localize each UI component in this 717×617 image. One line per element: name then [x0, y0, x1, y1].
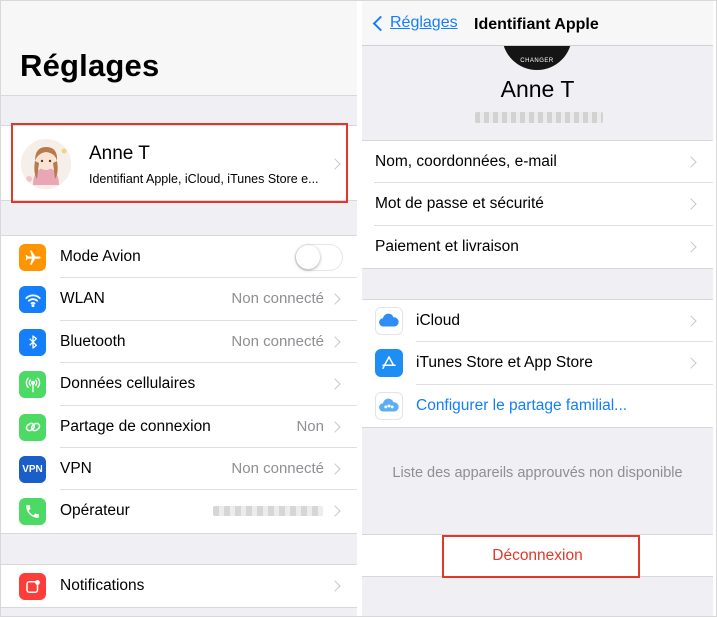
row-label: WLAN	[60, 290, 105, 308]
row-operateur[interactable]: Opérateur	[0, 490, 357, 532]
row-nom-coordonnees[interactable]: Nom, coordonnées, e-mail	[362, 141, 713, 184]
chevron-right-icon	[329, 580, 341, 592]
row-label: Notifications	[60, 577, 145, 594]
row-value: Non connecté	[231, 290, 324, 308]
row-label: Partage de connexion	[60, 417, 211, 435]
toggle-knob	[296, 245, 320, 269]
nav-title: Identifiant Apple	[474, 16, 599, 33]
row-value: Non	[296, 417, 324, 435]
row-label: VPN	[60, 459, 92, 477]
row-icloud[interactable]: iCloud	[362, 300, 713, 343]
row-notifications[interactable]: Notifications	[0, 565, 357, 607]
row-label: iCloud	[416, 312, 460, 329]
antenna-icon	[19, 371, 46, 399]
row-bluetooth[interactable]: Bluetooth Non connecté	[0, 321, 357, 364]
chevron-right-icon	[685, 156, 697, 168]
row-label: iTunes Store et App Store	[416, 354, 593, 372]
account-group: Nom, coordonnées, e-mail Mot de passe et…	[362, 140, 713, 269]
blurred-carrier-value	[213, 506, 323, 517]
family-sharing-icon	[375, 391, 403, 420]
chevron-right-icon	[329, 420, 341, 433]
row-label: Nom, coordonnées, e-mail	[375, 153, 557, 170]
phone-icon	[19, 498, 46, 526]
chevron-right-icon	[685, 315, 697, 327]
services-group: iCloud iTunes Store et App Store Configu…	[362, 299, 713, 428]
apple-id-header: CHANGER Anne T	[362, 0, 713, 140]
airplane-icon	[19, 244, 46, 271]
row-mot-de-passe[interactable]: Mot de passe et sécurité	[362, 183, 713, 226]
chevron-right-icon	[329, 336, 341, 348]
row-label: Opérateur	[60, 502, 130, 520]
chevron-right-icon	[329, 378, 341, 390]
settings-panel: Réglages Anne T Identifiant Apple, iClou…	[0, 0, 357, 617]
wifi-icon	[19, 286, 46, 314]
vpn-icon-text: VPN	[22, 463, 43, 475]
settings-header: Réglages	[0, 0, 357, 96]
back-button[interactable]: Réglages	[370, 14, 458, 32]
row-partage-familial[interactable]: Configurer le partage familial...	[362, 385, 713, 427]
devices-note: Liste des appareils approuvés non dispon…	[392, 465, 683, 481]
row-donnees-cellulaires[interactable]: Données cellulaires	[0, 363, 357, 406]
blurred-email	[475, 112, 603, 123]
row-value: Non connecté	[231, 459, 324, 477]
avatar-change-caption: CHANGER	[520, 58, 554, 64]
row-vpn[interactable]: VPN VPN Non connecté	[0, 448, 357, 491]
row-paiement[interactable]: Paiement et livraison	[362, 226, 713, 268]
icloud-icon	[375, 307, 403, 335]
row-label: Mode Avion	[60, 248, 141, 265]
row-label: Paiement et livraison	[375, 237, 519, 255]
airplane-mode-toggle[interactable]	[295, 244, 343, 271]
chevron-right-icon	[685, 198, 697, 210]
row-partage-connexion[interactable]: Partage de connexion Non	[0, 406, 357, 448]
navigation-bar: Réglages Identifiant Apple	[362, 0, 713, 46]
notifications-icon	[19, 573, 46, 600]
chevron-right-icon	[329, 463, 341, 475]
chevron-right-icon	[685, 240, 697, 253]
row-label: Données cellulaires	[60, 375, 196, 393]
page-title: Réglages	[20, 48, 160, 83]
chevron-left-icon	[372, 15, 389, 31]
family-sharing-link[interactable]: Configurer le partage familial...	[416, 397, 627, 415]
link-icon	[19, 413, 46, 441]
notifications-group: Notifications	[0, 564, 357, 609]
connectivity-group: Mode Avion WLAN Non connecté Bluetooth N…	[0, 235, 357, 534]
vpn-icon: VPN	[19, 455, 46, 483]
row-label: Bluetooth	[60, 332, 126, 350]
app-store-icon	[375, 349, 403, 378]
highlight-box	[442, 535, 640, 578]
apple-id-name: Anne T	[500, 76, 575, 102]
chevron-right-icon	[329, 293, 341, 306]
row-label: Mot de passe et sécurité	[375, 195, 544, 213]
apple-id-panel: CHANGER Anne T Réglages Identifiant Appl…	[362, 0, 713, 617]
row-value: Non connecté	[231, 332, 324, 350]
chevron-right-icon	[329, 505, 341, 518]
row-wlan[interactable]: WLAN Non connecté	[0, 278, 357, 321]
chevron-right-icon	[685, 357, 697, 369]
back-label: Réglages	[390, 14, 458, 31]
row-mode-avion[interactable]: Mode Avion	[0, 236, 357, 279]
bluetooth-icon	[19, 328, 46, 356]
row-itunes-app-store[interactable]: iTunes Store et App Store	[362, 342, 713, 385]
highlight-box	[11, 123, 348, 203]
